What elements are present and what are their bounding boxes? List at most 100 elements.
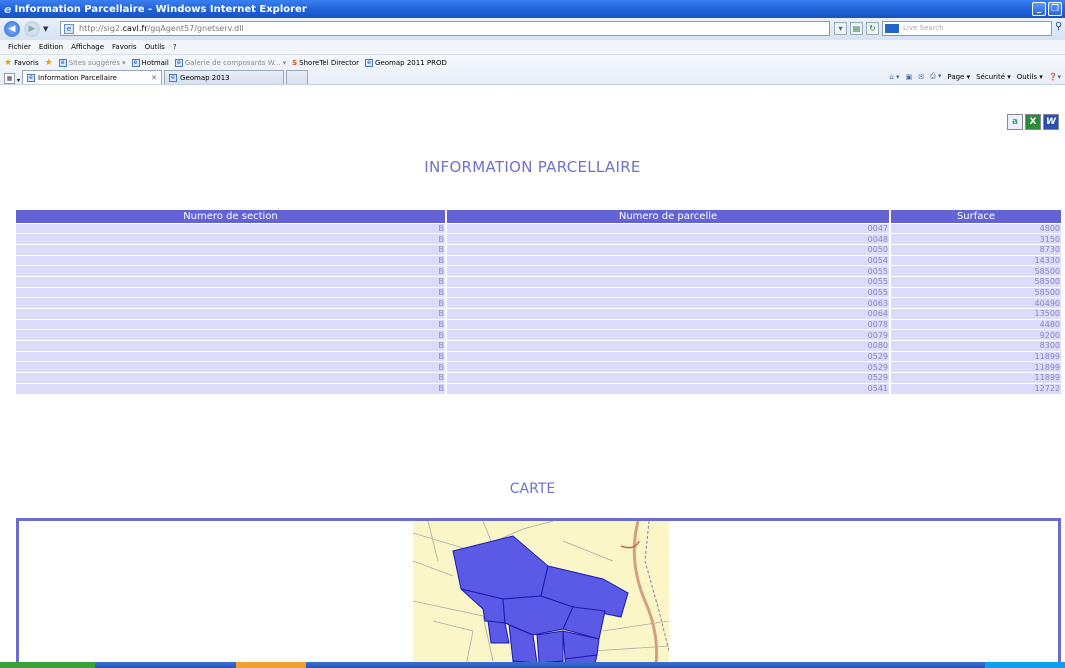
fav-label: ShoreTel Director — [299, 59, 360, 67]
forward-button[interactable]: ▶ — [24, 21, 40, 37]
tab-information-parcellaire[interactable]: e Information Parcellaire ✕ — [22, 70, 163, 84]
table-row: B 0050 8730 — [16, 243, 1061, 256]
menu-outils[interactable]: Outils — [145, 43, 165, 51]
menu-edition[interactable]: Edition — [39, 43, 63, 51]
cell-surface: 8730 — [890, 243, 1061, 256]
url-prefix: http://sig2. — [79, 24, 123, 33]
cell-section: B — [16, 297, 447, 309]
history-dropdown-icon[interactable]: ▼ — [43, 25, 48, 33]
cell-section: B — [16, 222, 447, 234]
cell-parcelle: 0079 — [446, 329, 891, 341]
page-title: INFORMATION PARCELLAIRE — [424, 158, 641, 176]
cell-section: B — [16, 318, 447, 330]
print-icon[interactable]: ⎙ ▾ — [930, 72, 941, 81]
cell-section: B — [16, 329, 447, 341]
page-content: a X W INFORMATION PARCELLAIRE Numero de … — [0, 86, 1065, 662]
cell-surface: 4480 — [890, 318, 1061, 330]
back-button[interactable]: ◀ — [4, 21, 20, 37]
search-icon[interactable]: ⚲ — [1055, 21, 1062, 32]
restore-button[interactable]: ❐ — [1048, 2, 1062, 16]
command-bar: ⌂ ▾ ▣ ✉ ⎙ ▾ Page ▾ Sécurité ▾ Outils ▾ ❓… — [889, 72, 1061, 81]
table-row: B 0063 40490 — [16, 297, 1061, 309]
table-row: B 0054 14330 — [16, 254, 1061, 266]
taskbar-active-item[interactable] — [236, 662, 306, 668]
table-row: B 0078 4480 — [16, 318, 1061, 330]
cell-section: B — [16, 275, 447, 288]
table-row: B 0079 9200 — [16, 329, 1061, 341]
star-icon: ★ — [4, 58, 13, 68]
menu-bar: Fichier Edition Affichage Favoris Outils… — [0, 40, 1065, 55]
header-parcelle: Numero de parcelle — [446, 210, 891, 223]
export-buttons: a X W — [1007, 114, 1059, 130]
fav-shoretel[interactable]: S ShoreTel Director — [292, 59, 359, 67]
feeds-icon[interactable]: ▣ — [906, 73, 913, 81]
cell-surface: 58500 — [890, 286, 1061, 298]
help-icon[interactable]: ❓▾ — [1049, 73, 1061, 81]
cmd-outils[interactable]: Outils ▾ — [1017, 73, 1043, 81]
taskbar — [0, 662, 1065, 668]
start-button[interactable] — [0, 662, 95, 668]
title-bar: e Information Parcellaire - Windows Inte… — [0, 0, 1065, 18]
table-row: B 0080 8300 — [16, 340, 1061, 352]
table-row: B 0529 11899 — [16, 372, 1061, 384]
tab-geomap-2013[interactable]: e Geomap 2013 — [164, 70, 285, 84]
parcel-map — [413, 521, 669, 662]
browser-window: e Information Parcellaire - Windows Inte… — [0, 0, 1065, 668]
cell-surface: 11899 — [890, 361, 1061, 373]
ie-page-icon: e — [174, 59, 183, 67]
cmd-securite[interactable]: Sécurité ▾ — [976, 73, 1011, 81]
home-icon[interactable]: ⌂ ▾ — [889, 73, 899, 81]
menu-help[interactable]: ? — [173, 43, 177, 51]
close-tab-icon[interactable]: ✕ — [151, 74, 157, 82]
url-domain: cavl.fr — [122, 24, 148, 33]
favorites-button[interactable]: ★ Favoris — [4, 58, 39, 68]
export-word-icon[interactable]: W — [1043, 114, 1059, 130]
quick-tabs-icon[interactable]: ▦ — [4, 73, 15, 84]
menu-fichier[interactable]: Fichier — [8, 43, 31, 51]
cell-parcelle: 0047 — [446, 222, 891, 234]
fav-geomap-2011[interactable]: e Geomap 2011 PROD — [365, 59, 447, 67]
cell-parcelle: 0063 — [446, 297, 891, 309]
map-title: CARTE — [509, 481, 556, 497]
fav-sites-suggeres[interactable]: e Sites suggérés ▾ — [58, 59, 126, 67]
table-row: B 0047 4800 — [16, 222, 1061, 234]
tab-label: Information Parcellaire — [38, 73, 117, 82]
search-placeholder: Live Search — [903, 24, 944, 32]
add-favorite-icon[interactable]: ★ — [45, 58, 53, 68]
cell-parcelle: 0055 — [446, 265, 891, 277]
address-input[interactable]: e http://sig2.cavl.fr/gqAgent57/gnetserv… — [60, 21, 830, 36]
minimize-button[interactable]: _ — [1032, 2, 1046, 16]
menu-favoris[interactable]: Favoris — [112, 43, 137, 51]
cell-surface: 12722 — [890, 382, 1061, 394]
table-row: B 0048 3150 — [16, 233, 1061, 245]
export-excel-icon[interactable]: X — [1025, 114, 1041, 130]
cell-section: B — [16, 340, 447, 352]
mail-icon[interactable]: ✉ — [918, 73, 924, 81]
export-text-icon[interactable]: a — [1007, 114, 1023, 130]
favorites-bar: ★ Favoris ★ e Sites suggérés ▾ e Hotmail… — [0, 55, 1065, 85]
cell-surface: 58500 — [890, 265, 1061, 277]
cell-section: B — [16, 382, 447, 394]
cmd-page[interactable]: Page ▾ — [947, 73, 970, 81]
live-search-icon — [885, 24, 899, 33]
refresh-icon[interactable]: ↻ — [866, 22, 879, 35]
fav-label: Hotmail — [141, 59, 169, 67]
header-surface: Surface — [890, 210, 1061, 223]
table-header-row: Numero de section Numero de parcelle Sur… — [16, 210, 1061, 223]
cell-section: B — [16, 372, 447, 384]
fav-galerie[interactable]: e Galerie de composants W... ▾ — [174, 59, 286, 67]
menu-affichage[interactable]: Affichage — [71, 43, 104, 51]
map-svg — [413, 521, 669, 662]
fav-hotmail[interactable]: e Hotmail — [131, 59, 169, 67]
url-suffix: /gqAgent57/gnetserv.dll — [147, 24, 244, 33]
ie-page-icon: e — [365, 59, 374, 67]
tab-strip: ▦ ▾ e Information Parcellaire ✕ e Geomap… — [4, 70, 309, 84]
cell-parcelle: 0080 — [446, 340, 891, 352]
table-row: B 0064 13500 — [16, 308, 1061, 320]
tab-list-dropdown-icon[interactable]: ▾ — [17, 77, 20, 84]
address-dropdown-icon[interactable]: ▾ — [834, 22, 847, 35]
header-section: Numero de section — [16, 210, 447, 223]
compat-view-icon[interactable]: ▤ — [850, 22, 863, 35]
new-tab-button[interactable] — [286, 70, 309, 84]
search-input[interactable]: Live Search — [882, 21, 1052, 36]
